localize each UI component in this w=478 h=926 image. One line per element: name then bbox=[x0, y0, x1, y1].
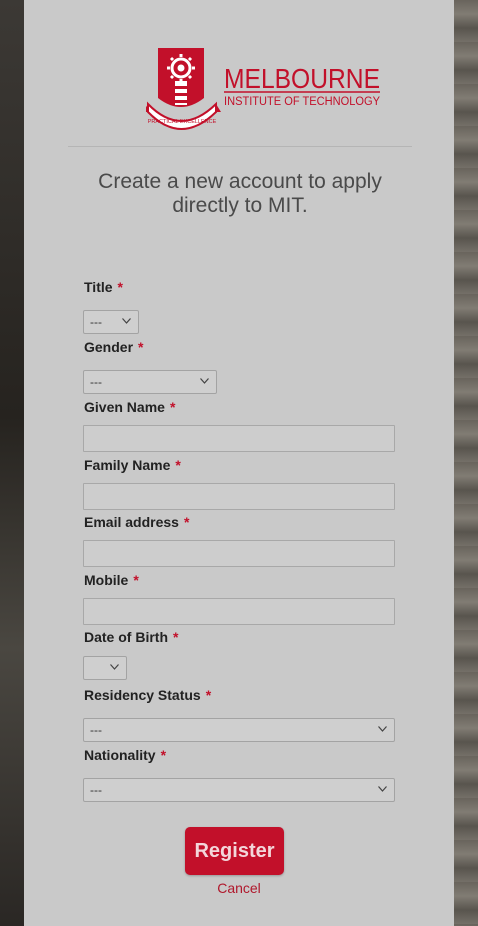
chevron-down-icon bbox=[378, 726, 387, 732]
residency-label: Residency Status * bbox=[84, 687, 212, 703]
required-marker: * bbox=[117, 279, 123, 295]
required-marker: * bbox=[175, 457, 181, 473]
gender-label: Gender * bbox=[84, 339, 144, 355]
logo-wordmark-line1: MELBOURNE bbox=[224, 63, 380, 94]
background-photo-right bbox=[454, 0, 478, 926]
given-name-input[interactable] bbox=[83, 425, 395, 452]
mobile-label: Mobile * bbox=[84, 572, 139, 588]
chevron-down-icon bbox=[122, 318, 131, 324]
nationality-label: Nationality * bbox=[84, 747, 167, 763]
required-marker: * bbox=[205, 687, 212, 703]
required-marker: * bbox=[138, 339, 144, 355]
gender-select-value: --- bbox=[90, 375, 102, 389]
mobile-input[interactable] bbox=[83, 598, 395, 625]
logo-motto: PRACTICAL EXCELLENCE bbox=[148, 119, 217, 125]
email-input[interactable] bbox=[83, 540, 395, 567]
given-name-label: Given Name * bbox=[84, 399, 176, 415]
dob-select[interactable] bbox=[83, 656, 127, 680]
residency-select-value: --- bbox=[90, 723, 102, 737]
cancel-link[interactable]: Cancel bbox=[185, 880, 293, 896]
title-select[interactable]: --- bbox=[83, 310, 139, 334]
required-marker: * bbox=[169, 399, 176, 415]
chevron-down-icon bbox=[200, 378, 209, 384]
page-heading: Create a new account to apply directly t… bbox=[98, 170, 382, 217]
required-marker: * bbox=[173, 629, 179, 645]
residency-select[interactable]: --- bbox=[83, 718, 395, 742]
background-photo-left bbox=[0, 0, 24, 926]
header-divider bbox=[68, 146, 412, 147]
chevron-down-icon bbox=[110, 664, 119, 670]
mit-logo: PRACTICAL EXCELLENCE MELBOURNE INSTITUTE… bbox=[146, 48, 380, 130]
gender-select[interactable]: --- bbox=[83, 370, 217, 394]
family-name-input[interactable] bbox=[83, 483, 395, 510]
title-label: Title * bbox=[84, 279, 123, 295]
required-marker: * bbox=[133, 572, 139, 588]
email-label: Email address * bbox=[84, 514, 190, 530]
nationality-select-value: --- bbox=[90, 783, 102, 797]
logo-wordmark-line2: INSTITUTE OF TECHNOLOGY bbox=[224, 96, 380, 108]
title-select-value: --- bbox=[90, 315, 102, 329]
nationality-select[interactable]: --- bbox=[83, 778, 395, 802]
dob-label: Date of Birth * bbox=[84, 629, 179, 645]
required-marker: * bbox=[160, 747, 167, 763]
register-button[interactable]: Register bbox=[185, 827, 284, 875]
chevron-down-icon bbox=[378, 786, 387, 792]
required-marker: * bbox=[183, 514, 190, 530]
registration-panel: PRACTICAL EXCELLENCE MELBOURNE INSTITUTE… bbox=[24, 0, 454, 926]
family-name-label: Family Name * bbox=[84, 457, 181, 473]
